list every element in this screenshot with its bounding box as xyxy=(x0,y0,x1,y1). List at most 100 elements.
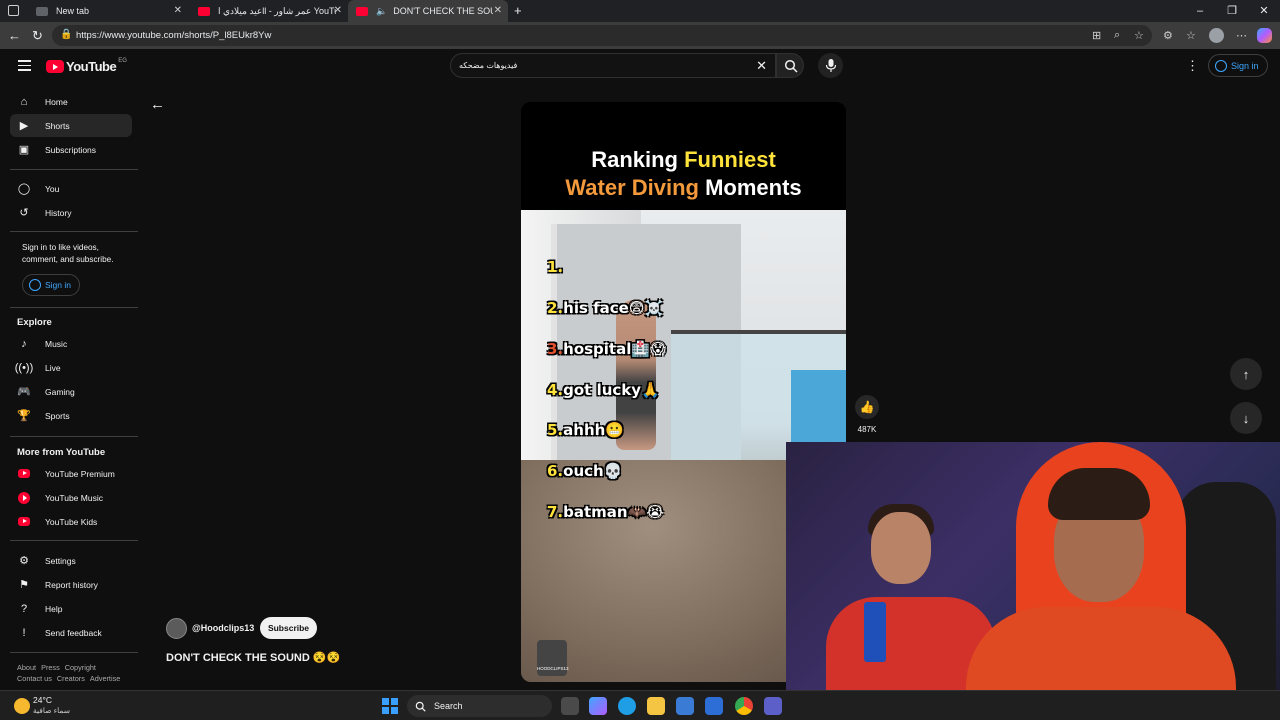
sidebar-item-send-feedback[interactable]: ! Send feedback xyxy=(10,621,132,644)
profile-avatar[interactable] xyxy=(1209,28,1224,43)
start-menu-icon[interactable] xyxy=(382,698,398,714)
footer-link-creators[interactable]: Creators xyxy=(57,674,85,683)
rank-text: batman🦇😭 xyxy=(563,503,664,521)
taskbar-search[interactable]: Search xyxy=(407,695,552,717)
new-tab-button[interactable]: + xyxy=(514,3,522,18)
windows-taskbar: 24°C سماء صافية Search xyxy=(0,690,1280,720)
sidebar-item-gaming[interactable]: 🎮 Gaming xyxy=(10,380,132,403)
back-arrow-icon[interactable]: ← xyxy=(150,96,165,113)
voice-search-button[interactable] xyxy=(818,53,843,78)
sidebar-item-report-history[interactable]: ⚑ Report history xyxy=(10,573,132,596)
feedback-icon: ! xyxy=(22,626,26,639)
video-title: DON'T CHECK THE SOUND 😵😵 xyxy=(166,652,341,664)
like-count: 487K xyxy=(857,425,877,434)
ranking-item: 5.ahhh😬 xyxy=(547,421,624,439)
tab-title: DON'T CHECK THE SOUND xyxy=(393,6,493,16)
sidebar-item-live[interactable]: ((•)) Live xyxy=(10,356,132,379)
search-input[interactable]: فيديوهات مضحكه ✕ xyxy=(450,53,776,78)
sidebar-item-label: YouTube Premium xyxy=(45,468,115,479)
teams-icon[interactable] xyxy=(764,697,782,715)
tab-actions-icon[interactable] xyxy=(8,5,19,16)
sidebar-item-home[interactable]: ⌂ Home xyxy=(10,90,132,113)
close-tab-icon[interactable]: ✕ xyxy=(174,5,182,16)
help-icon: ? xyxy=(20,602,28,615)
settings-kebab-icon[interactable]: ⋮ xyxy=(1186,58,1199,74)
favorite-star-icon[interactable]: ☆ xyxy=(1134,29,1144,42)
footer-link-press[interactable]: Press xyxy=(41,663,60,672)
sign-in-button[interactable]: Sign in xyxy=(1208,54,1268,77)
task-view-icon[interactable] xyxy=(561,697,579,715)
tab-new-tab[interactable]: New tab ✕ xyxy=(28,0,188,22)
channel-name[interactable]: @Hoodclips13 xyxy=(192,623,254,633)
sidebar-sign-in-button[interactable]: Sign in xyxy=(22,274,80,296)
temperature[interactable]: 24°C xyxy=(33,695,52,705)
minimize-icon[interactable]: – xyxy=(1184,0,1216,22)
browser-tab-bar: New tab ✕ عيد ميلادي اll - عمر شاور YouT… xyxy=(0,0,1280,22)
copilot-taskbar-icon[interactable] xyxy=(589,697,607,715)
footer-link-about[interactable]: About xyxy=(17,663,36,672)
tab-youtube-birthday[interactable]: عيد ميلادي اll - عمر شاور YouTube ✕ xyxy=(190,0,348,22)
sidebar-item-youtube-kids[interactable]: YouTube Kids xyxy=(10,510,132,533)
mail-icon[interactable] xyxy=(705,697,723,715)
clear-search-icon[interactable]: ✕ xyxy=(756,58,767,74)
window-controls: – ❐ ✕ xyxy=(1184,0,1280,22)
channel-avatar[interactable] xyxy=(166,618,187,639)
favorites-icon[interactable]: ☆ xyxy=(1186,29,1196,42)
sidebar-item-music[interactable]: ♪ Music xyxy=(10,332,132,355)
person-right xyxy=(966,442,1236,690)
weather-sun-icon[interactable] xyxy=(14,698,30,714)
youtube-logo-icon xyxy=(46,60,64,73)
sidebar: ⌂ Home ▶ Shorts ▣ Subscriptions ◯ You ↺ … xyxy=(0,85,140,690)
trophy-icon: 🏆 xyxy=(17,410,31,422)
sidebar-item-you[interactable]: ◯ You xyxy=(10,177,132,200)
tab-current-short[interactable]: 🔈 DON'T CHECK THE SOUND ✕ xyxy=(348,0,508,22)
next-short-button[interactable]: ↓ xyxy=(1230,402,1262,434)
url-field[interactable]: 🔒 https://www.youtube.com/shorts/P_l8EUk… xyxy=(52,25,1152,46)
edge-icon[interactable] xyxy=(618,697,636,715)
extensions-icon[interactable]: ⚙ xyxy=(1163,29,1173,42)
speaker-icon: 🔈 xyxy=(376,5,388,16)
logo-text: YouTube xyxy=(66,59,117,74)
account-icon xyxy=(1215,59,1227,72)
close-tab-icon[interactable]: ✕ xyxy=(494,5,502,16)
more-menu-icon[interactable]: ⋯ xyxy=(1236,29,1247,42)
chrome-icon[interactable] xyxy=(735,697,753,715)
footer-link-advertise[interactable]: Advertise xyxy=(90,674,120,683)
sidebar-item-subscriptions[interactable]: ▣ Subscriptions xyxy=(10,138,132,161)
youtube-music-icon xyxy=(17,491,31,505)
search-button[interactable] xyxy=(776,53,804,78)
store-icon[interactable] xyxy=(676,697,694,715)
maximize-icon[interactable]: ❐ xyxy=(1216,0,1248,22)
sidebar-item-settings[interactable]: ⚙ Settings xyxy=(10,549,132,572)
sidebar-item-history[interactable]: ↺ History xyxy=(10,201,132,224)
youtube-logo[interactable]: YouTube EG xyxy=(46,58,127,74)
arrow-up-icon: ↑ xyxy=(1242,366,1250,382)
sidebar-item-sports[interactable]: 🏆 Sports xyxy=(10,404,132,427)
copilot-icon[interactable] xyxy=(1257,28,1272,43)
zoom-icon[interactable]: ⌕ xyxy=(1114,29,1120,42)
menu-icon[interactable] xyxy=(18,60,31,71)
search-value: فيديوهات مضحكه xyxy=(459,61,518,70)
refresh-icon[interactable]: ↻ xyxy=(32,28,43,44)
subscribe-button[interactable]: Subscribe xyxy=(260,617,317,639)
like-button[interactable]: 👍 xyxy=(855,395,879,419)
sidebar-item-shorts[interactable]: ▶ Shorts xyxy=(10,114,132,137)
file-explorer-icon[interactable] xyxy=(647,697,665,715)
rank-number: 5. xyxy=(547,421,564,439)
back-icon[interactable]: ← xyxy=(8,28,21,43)
close-window-icon[interactable]: ✕ xyxy=(1248,0,1280,22)
previous-short-button[interactable]: ↑ xyxy=(1230,358,1262,390)
youtube-header: YouTube EG فيديوهات مضحكه ✕ ⋮ Sign in xyxy=(0,49,1280,85)
title-text: Ranking xyxy=(591,147,685,172)
thumbs-up-icon: 👍 xyxy=(859,400,875,414)
subscriptions-icon: ▣ xyxy=(18,144,30,156)
footer-link-contact[interactable]: Contact us xyxy=(17,674,52,683)
sidebar-item-youtube-music[interactable]: YouTube Music xyxy=(10,486,132,509)
site-info-icon[interactable]: 🔒 xyxy=(60,29,72,40)
apps-icon[interactable]: ⊞ xyxy=(1092,29,1101,42)
new-tab-icon xyxy=(36,6,48,16)
sidebar-item-help[interactable]: ? Help xyxy=(10,597,132,620)
sidebar-item-youtube-premium[interactable]: YouTube Premium xyxy=(10,462,132,485)
footer-link-copyright[interactable]: Copyright xyxy=(65,663,96,672)
close-tab-icon[interactable]: ✕ xyxy=(334,5,342,16)
